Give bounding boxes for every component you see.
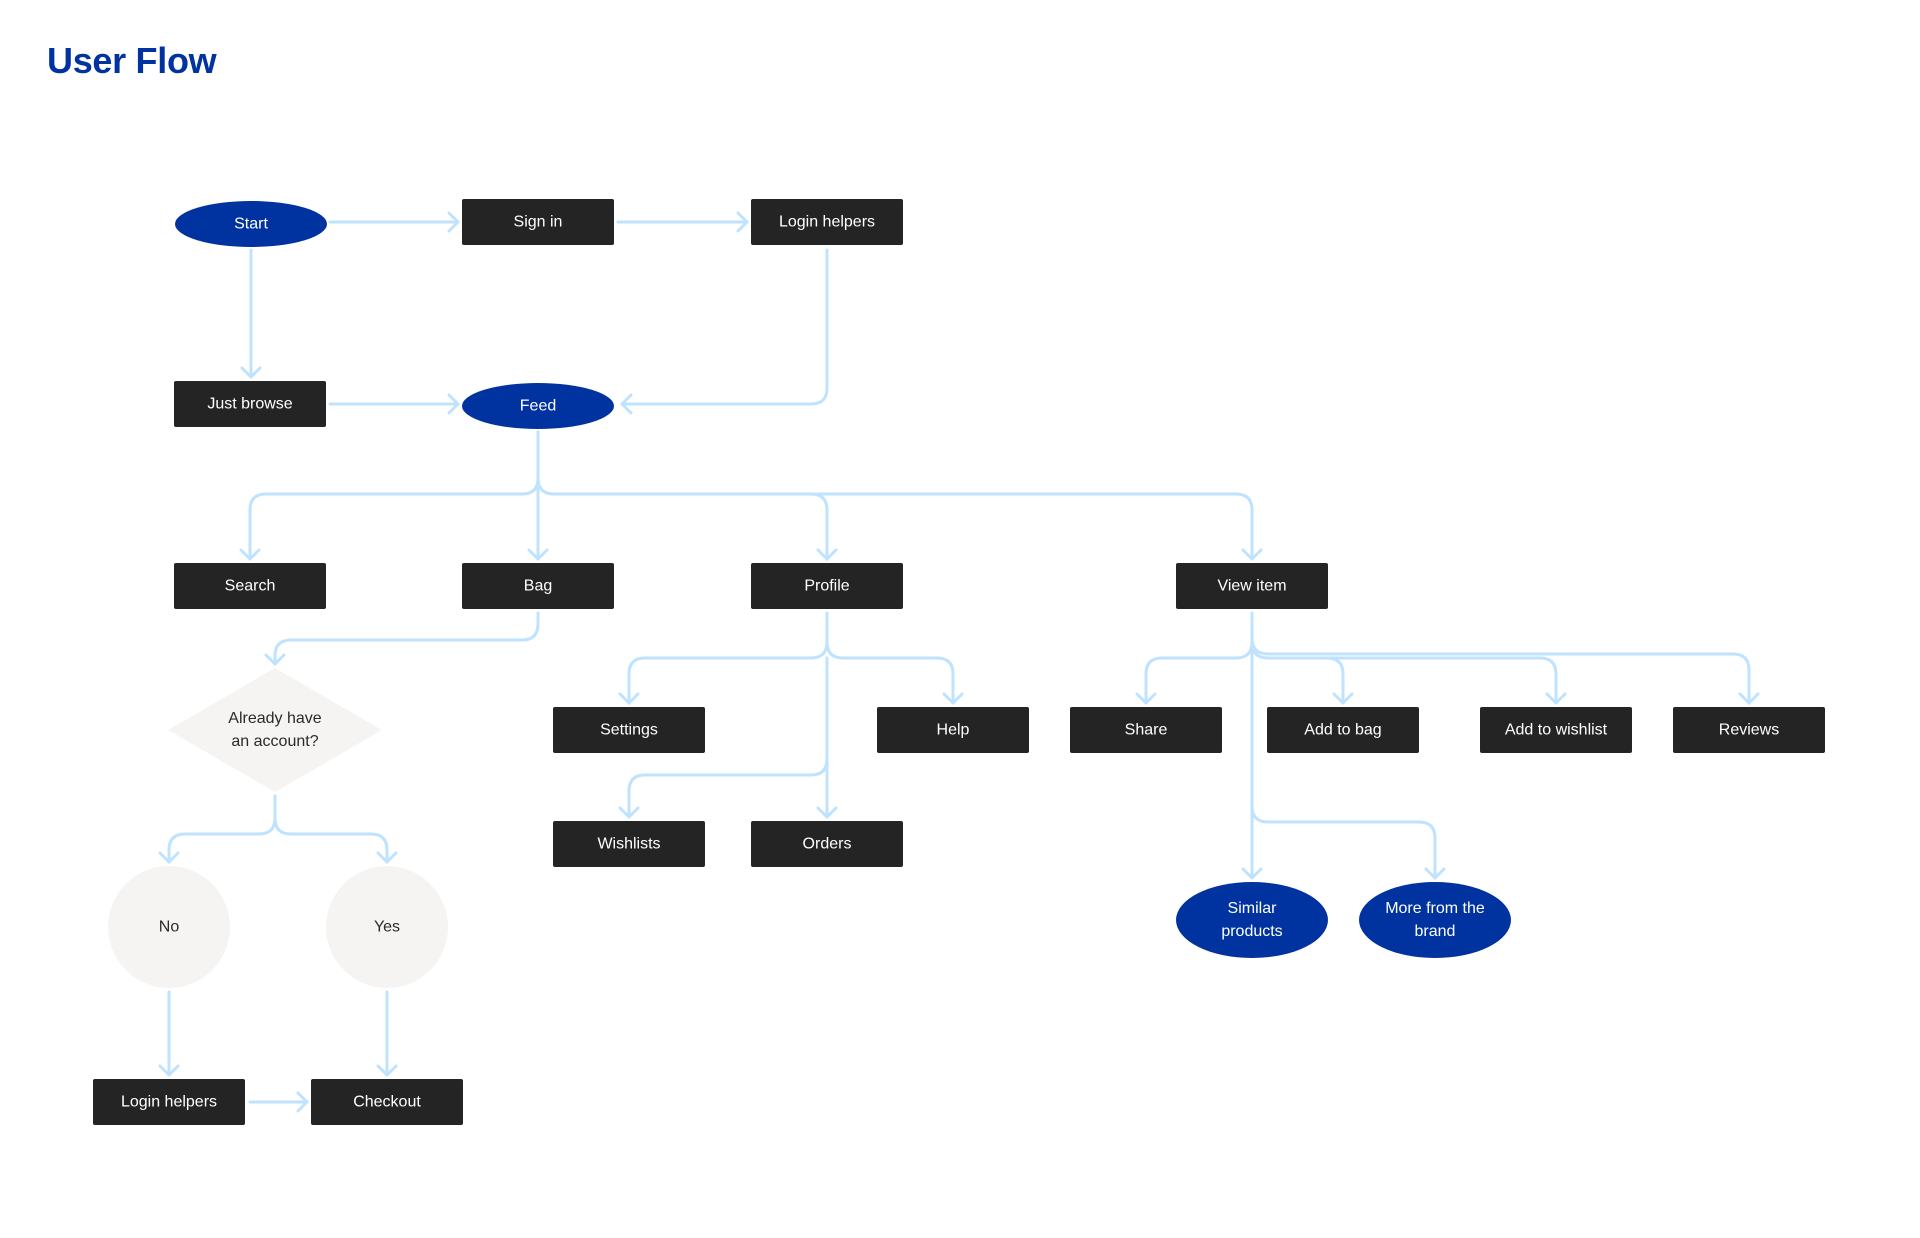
connector-line — [248, 430, 540, 561]
connector-feed-to-profile — [536, 476, 838, 561]
connector-view-item-to-more-from-brand — [1250, 804, 1446, 880]
node-add-to-wishlist[interactable]: Add to wishlist — [1480, 707, 1632, 753]
connector-profile-to-help — [825, 640, 964, 705]
node-label: Sign in — [514, 214, 563, 231]
node-checkout[interactable]: Checkout — [311, 1079, 463, 1125]
node-label: Login helpers — [779, 214, 875, 231]
node-label: Share — [1125, 722, 1168, 739]
node-label: Wishlists — [597, 836, 660, 853]
node-share[interactable]: Share — [1070, 707, 1222, 753]
connector-line — [167, 794, 277, 864]
user-flow-diagram: Start Sign in Login helpers Just browse Feed… — [93, 199, 1825, 1125]
node-reviews[interactable]: Reviews — [1673, 707, 1825, 753]
connector-feed-to-search — [239, 430, 540, 561]
decision-diamond — [168, 668, 382, 792]
node-feed[interactable]: Feed — [462, 383, 614, 429]
connector-sign-in-to-login-helpers-top — [616, 211, 749, 233]
connector-view-item-to-reviews — [1250, 636, 1760, 705]
connector-login-helpers-top-to-feed — [620, 248, 829, 415]
connector-line — [536, 476, 829, 561]
node-settings[interactable]: Settings — [553, 707, 705, 753]
connector-login-helpers-bottom-to-checkout — [248, 1091, 309, 1113]
node-label: Feed — [520, 398, 556, 415]
connector-start-to-sign-in — [328, 211, 460, 233]
node-sign-in[interactable]: Sign in — [462, 199, 614, 245]
connector-line — [273, 816, 389, 864]
connector-view-item-to-add-to-bag — [1250, 640, 1354, 705]
connector-view-item-to-similar-products — [1241, 640, 1263, 880]
node-label: products — [1221, 923, 1282, 940]
node-start[interactable]: Start — [175, 201, 327, 247]
terminal-ellipse — [1176, 882, 1328, 958]
node-label: More from the — [1385, 900, 1485, 917]
node-label: Search — [225, 578, 276, 595]
node-label: Just browse — [207, 396, 292, 413]
node-label: Orders — [803, 836, 852, 853]
node-yes[interactable]: Yes — [326, 866, 448, 988]
connector-bag-to-already-have-account — [264, 611, 540, 666]
node-label: Already have — [228, 710, 321, 727]
connector-feed-to-view-item — [809, 492, 1263, 561]
connector-line — [1250, 804, 1437, 880]
node-label: Reviews — [1719, 722, 1779, 739]
connector-line — [273, 611, 540, 666]
connector-line — [809, 492, 1254, 561]
node-just-browse[interactable]: Just browse — [174, 381, 326, 427]
node-wishlists[interactable]: Wishlists — [553, 821, 705, 867]
node-no[interactable]: No — [108, 866, 230, 988]
connector-just-browse-to-feed — [328, 393, 460, 415]
connector-line — [825, 640, 955, 705]
node-label: Profile — [804, 578, 849, 595]
connector-profile-to-orders — [816, 656, 838, 819]
connector-view-item-to-share — [1135, 611, 1254, 705]
node-label: Yes — [374, 919, 400, 936]
connector-feed-to-bag — [527, 430, 549, 561]
node-orders[interactable]: Orders — [751, 821, 903, 867]
connector-line — [620, 248, 829, 406]
node-label: No — [159, 919, 180, 936]
node-search[interactable]: Search — [174, 563, 326, 609]
node-login-helpers-top[interactable]: Login helpers — [751, 199, 903, 245]
node-label: brand — [1415, 923, 1456, 940]
connector-start-to-just-browse — [240, 248, 262, 379]
connector-view-item-to-add-to-wishlist — [1325, 656, 1567, 705]
connector-profile-to-settings — [618, 611, 829, 705]
node-view-item[interactable]: View item — [1176, 563, 1328, 609]
node-label: Login helpers — [121, 1094, 217, 1111]
node-more-from-brand[interactable]: More from the brand — [1359, 882, 1511, 958]
nodes: Start Sign in Login helpers Just browse Feed… — [93, 199, 1825, 1125]
node-label: Checkout — [353, 1094, 421, 1111]
node-login-helpers-bottom[interactable]: Login helpers — [93, 1079, 245, 1125]
connector-already-have-account-to-no — [158, 794, 277, 864]
node-label: Similar — [1228, 900, 1278, 917]
node-label: Add to bag — [1304, 722, 1381, 739]
node-label: Start — [234, 216, 268, 233]
node-bag[interactable]: Bag — [462, 563, 614, 609]
connector-line — [1325, 656, 1558, 705]
node-help[interactable]: Help — [877, 707, 1029, 753]
connector-line — [627, 611, 829, 705]
node-label: Help — [937, 722, 970, 739]
connector-yes-to-checkout — [376, 990, 398, 1077]
connector-line — [1144, 611, 1254, 705]
node-label: an account? — [231, 733, 318, 750]
node-similar-products[interactable]: Similar products — [1176, 882, 1328, 958]
node-label: Bag — [524, 578, 552, 595]
node-label: Add to wishlist — [1505, 722, 1608, 739]
connector-line — [1250, 640, 1345, 705]
connector-line — [1250, 636, 1751, 705]
node-label: View item — [1217, 578, 1286, 595]
connector-no-to-login-helpers-bottom — [158, 990, 180, 1077]
node-profile[interactable]: Profile — [751, 563, 903, 609]
connector-already-have-account-to-yes — [273, 816, 398, 864]
node-label: Settings — [600, 722, 658, 739]
terminal-ellipse — [1359, 882, 1511, 958]
node-already-have-account[interactable]: Already have an account? — [168, 668, 382, 792]
node-add-to-bag[interactable]: Add to bag — [1267, 707, 1419, 753]
